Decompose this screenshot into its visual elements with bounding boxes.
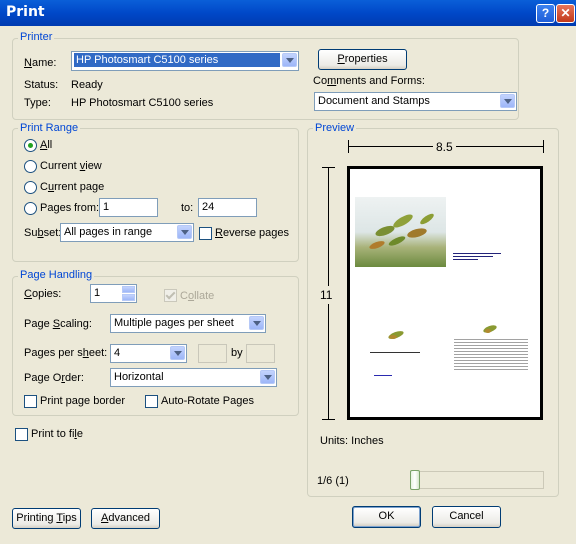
collate-label: Collate: [180, 290, 215, 302]
auto-rotate-label[interactable]: Auto-Rotate Pages: [161, 395, 254, 407]
text-block: [454, 339, 528, 371]
all-radio[interactable]: [24, 139, 37, 152]
text-line: [370, 352, 420, 353]
width-dimension-tick: [543, 140, 544, 153]
page-scaling-label: Page Scaling:: [24, 318, 92, 330]
leaf-thumbnail-icon: [483, 325, 497, 333]
leaves-illustration: [369, 213, 434, 249]
preview-label: Preview: [313, 122, 357, 134]
print-to-file-label[interactable]: Print to file: [31, 428, 83, 440]
ok-button[interactable]: OK: [352, 506, 421, 528]
type-label: Type:: [24, 97, 51, 109]
from-label: from:: [74, 202, 100, 214]
pages-per-sheet-select[interactable]: 4: [110, 344, 187, 363]
link-line: [374, 375, 392, 376]
current-page-radio[interactable]: [24, 181, 37, 194]
page-order-select[interactable]: Horizontal: [110, 368, 277, 387]
preview-height-value: 11: [320, 286, 333, 304]
current-page-label[interactable]: Current page: [40, 181, 104, 193]
page-indicator: 1/6 (1): [317, 475, 349, 487]
print-range-label: Print Range: [18, 122, 81, 134]
pages-label[interactable]: Pages: [40, 202, 71, 214]
chevron-down-icon[interactable]: [249, 316, 264, 330]
copies-stepper[interactable]: 1: [90, 284, 137, 303]
comments-forms-label: Comments and Forms:: [313, 75, 425, 87]
print-page-border-checkbox[interactable]: [24, 395, 37, 408]
comments-forms-select[interactable]: Document and Stamps: [314, 92, 517, 111]
print-to-file-checkbox[interactable]: [15, 428, 28, 441]
properties-button[interactable]: Properties: [318, 49, 407, 70]
type-value: HP Photosmart C5100 series: [71, 97, 214, 109]
chevron-down-icon[interactable]: [500, 94, 515, 108]
page-order-label: Page Order:: [24, 372, 84, 384]
subset-select[interactable]: All pages in range: [60, 223, 194, 242]
thumbnail-image: [355, 197, 446, 267]
close-button[interactable]: ✕: [556, 4, 575, 23]
window-title: Print: [6, 4, 45, 20]
leaf-thumbnail-icon: [388, 331, 404, 339]
printing-tips-button[interactable]: Printing Tips: [12, 508, 81, 529]
chevron-down-icon[interactable]: [282, 53, 297, 67]
page-scaling-select[interactable]: Multiple pages per sheet: [110, 314, 266, 333]
current-view-label[interactable]: Current view: [40, 160, 102, 172]
stepper-up-icon[interactable]: [122, 286, 135, 293]
height-dimension-tick: [322, 167, 335, 168]
printer-name-select[interactable]: HP Photosmart C5100 series: [71, 51, 299, 71]
current-view-radio[interactable]: [24, 160, 37, 173]
help-button[interactable]: ?: [536, 4, 555, 23]
preview-page: The Nub-Ex Green Grass: [347, 166, 543, 420]
title-bar: Print ? ✕: [0, 0, 576, 26]
page-slider-thumb[interactable]: [410, 470, 420, 490]
pages-per-sheet-x-input[interactable]: [198, 344, 227, 363]
units-label: Units: Inches: [320, 435, 384, 447]
auto-rotate-checkbox[interactable]: [145, 395, 158, 408]
text-line: [453, 253, 501, 254]
stepper-down-icon[interactable]: [122, 294, 135, 301]
pages-per-sheet-label: Pages per sheet:: [24, 347, 108, 359]
printer-group-label: Printer: [18, 31, 55, 43]
preview-width-value: 8.5: [433, 140, 456, 154]
status-label: Status:: [24, 79, 59, 91]
pages-radio[interactable]: [24, 202, 37, 215]
chevron-down-icon[interactable]: [260, 370, 275, 384]
copies-label: Copies:: [24, 288, 62, 300]
text-line: [453, 259, 478, 260]
advanced-button[interactable]: Advanced: [91, 508, 160, 529]
cancel-button[interactable]: Cancel: [432, 506, 501, 528]
text-line: [453, 256, 493, 257]
reverse-pages-label[interactable]: Reverse pages: [215, 227, 289, 239]
page-slider-track[interactable]: [410, 471, 544, 489]
all-label[interactable]: All: [40, 139, 52, 151]
chevron-down-icon[interactable]: [170, 346, 185, 360]
status-value: Ready: [71, 79, 103, 91]
to-label: to:: [181, 202, 194, 214]
height-dimension-tick: [322, 419, 335, 420]
width-dimension-tick: [348, 140, 349, 153]
from-input[interactable]: 1: [99, 198, 158, 217]
name-label: Name:: [24, 57, 57, 69]
to-input[interactable]: 24: [198, 198, 257, 217]
page-handling-label: Page Handling: [18, 269, 95, 281]
by-label: by: [231, 347, 243, 359]
pages-per-sheet-y-input[interactable]: [246, 344, 275, 363]
subset-label: Subset:: [24, 227, 62, 239]
print-page-border-label[interactable]: Print page border: [40, 395, 125, 407]
reverse-pages-checkbox[interactable]: [199, 227, 212, 240]
chevron-down-icon[interactable]: [177, 225, 192, 239]
collate-checkbox[interactable]: [164, 289, 177, 302]
